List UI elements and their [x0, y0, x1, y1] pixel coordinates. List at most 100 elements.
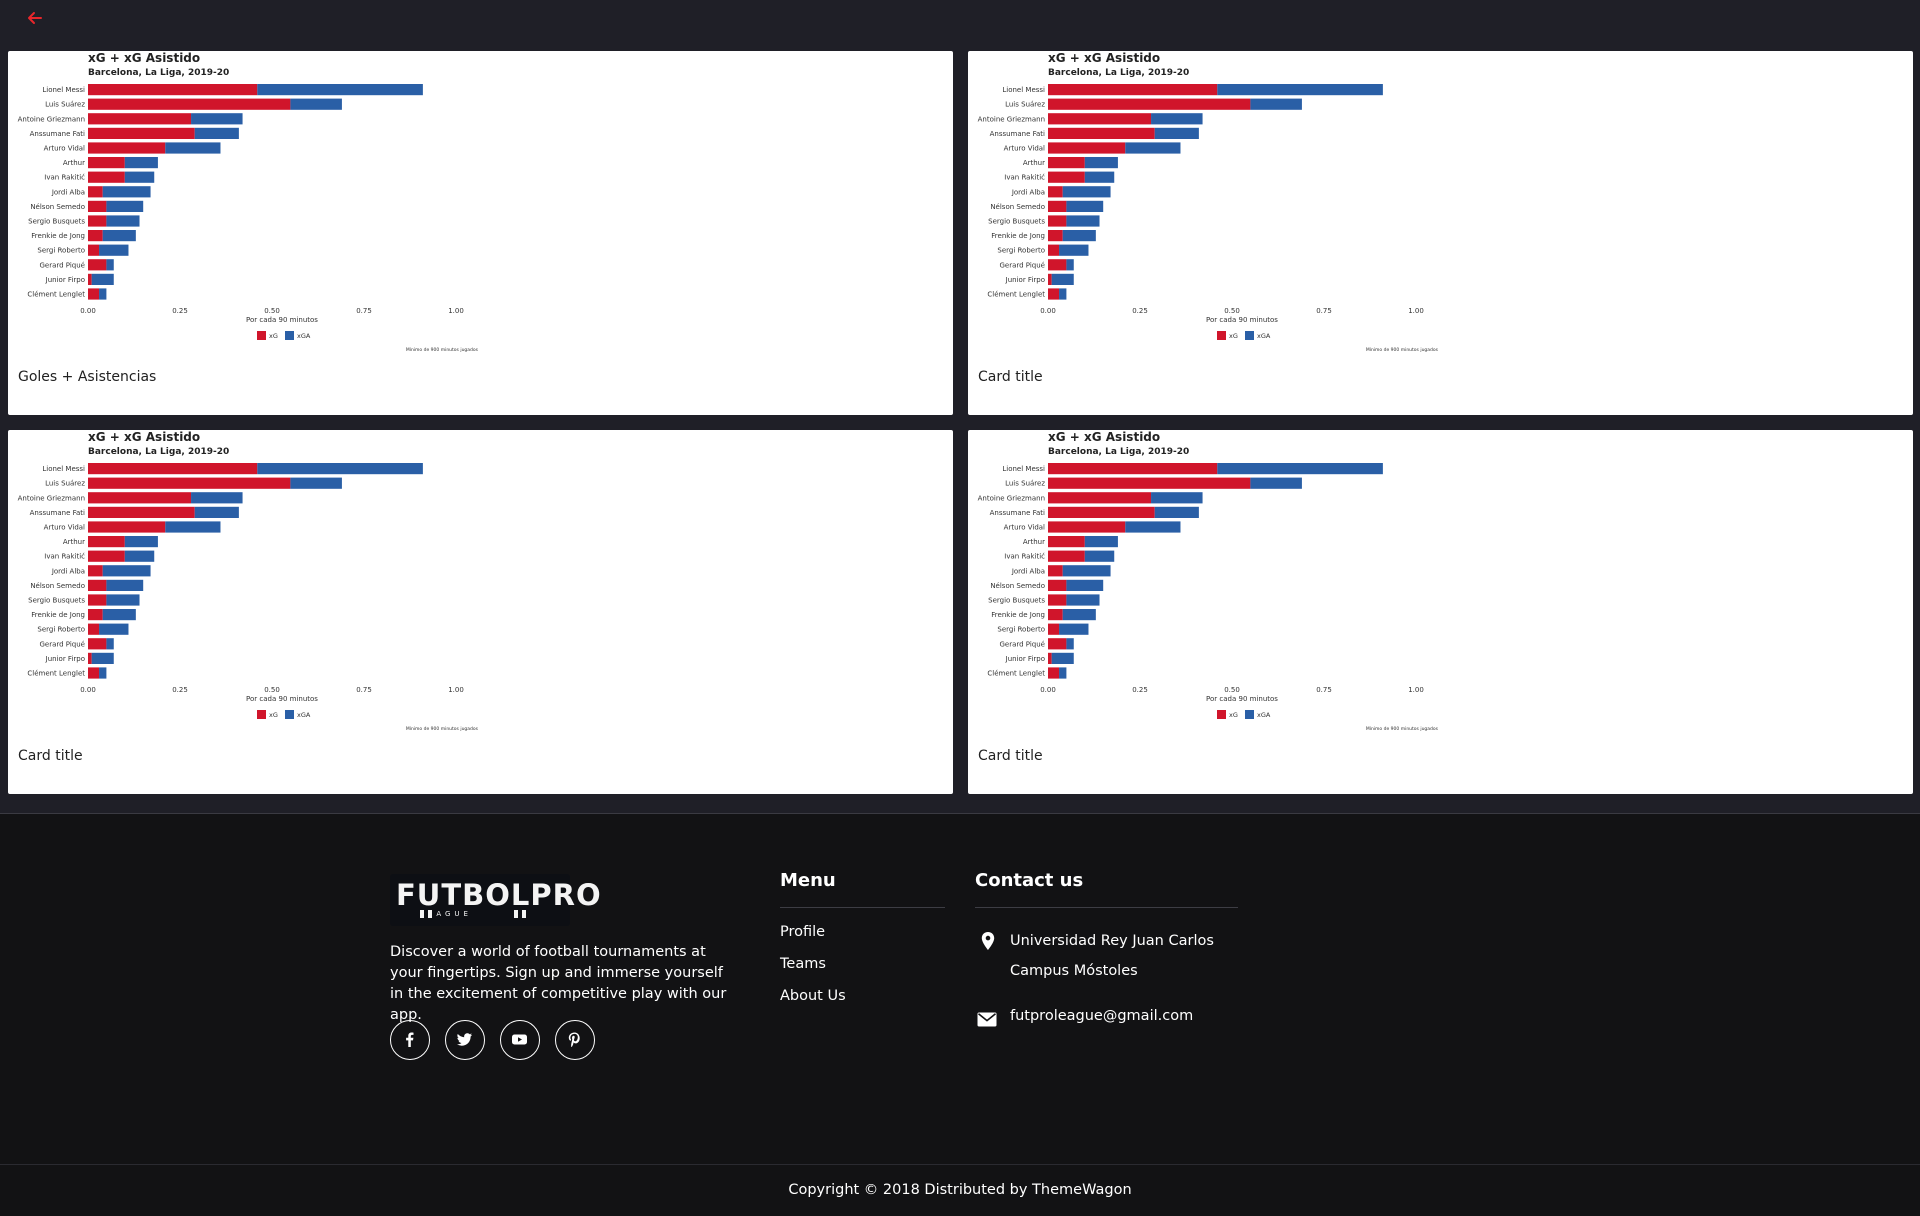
bar-xg	[1048, 98, 1251, 110]
bar-xga	[106, 215, 140, 227]
legend-label: xG	[269, 332, 278, 340]
bar-xga	[1217, 463, 1383, 475]
y-tick-label: Antoine Griezmann	[18, 494, 85, 502]
legend-swatch	[257, 331, 266, 340]
y-tick-label: Junior Firpo	[1005, 276, 1045, 284]
bar-xga	[1062, 565, 1111, 577]
menu-item-about-us[interactable]: About Us	[780, 988, 846, 1004]
y-tick-label: Frenkie de Jong	[31, 611, 85, 619]
chart-card[interactable]: xG + xG Asistido Barcelona, La Liga, 2019…	[8, 430, 953, 794]
chart-card[interactable]: xG + xG Asistido Barcelona, La Liga, 2019…	[968, 51, 1913, 415]
chart-subtitle: Barcelona, La Liga, 2019-20	[1048, 447, 1189, 457]
bar-xg	[88, 609, 103, 621]
legend-swatch	[1217, 331, 1226, 340]
bar-xga	[290, 477, 342, 489]
y-tick-label: Junior Firpo	[45, 655, 85, 663]
chart-title: xG + xG Asistido	[88, 430, 200, 444]
y-tick-label: Clément Lenglet	[987, 291, 1045, 299]
bar-xg	[1048, 230, 1063, 242]
y-tick-label: Jordi Alba	[51, 188, 85, 196]
card-title: Card title	[18, 748, 83, 764]
bar-xg	[1048, 157, 1085, 169]
y-tick-label: Sergio Busquets	[988, 597, 1045, 605]
y-tick-label: Antoine Griezmann	[978, 115, 1045, 123]
legend-swatch	[1245, 331, 1254, 340]
bar-xga	[257, 84, 423, 96]
bar-xg	[1048, 652, 1052, 664]
chart: xG + xG Asistido Barcelona, La Liga, 2019…	[978, 430, 1439, 732]
bar-xg	[1048, 244, 1060, 256]
menu-item-teams[interactable]: Teams	[780, 956, 826, 972]
bar-xg	[1048, 594, 1067, 606]
y-tick-label: Gerard Piqué	[999, 640, 1045, 648]
bar-xg	[1048, 463, 1218, 475]
twitter-button[interactable]	[445, 1020, 485, 1060]
bar-xg	[88, 521, 166, 533]
x-tick-label: 1.00	[448, 686, 464, 694]
y-tick-label: Arthur	[1023, 538, 1045, 546]
chart-card[interactable]: xG + xG Asistido Barcelona, La Liga, 2019…	[968, 430, 1913, 794]
bar-xga	[257, 463, 423, 475]
y-tick-label: Clément Lenglet	[987, 670, 1045, 678]
bar-xg	[88, 623, 100, 635]
x-tick-label: 0.25	[1132, 686, 1148, 694]
bar-xga	[1066, 638, 1074, 650]
bar-xg	[88, 244, 100, 256]
x-tick-label: 0.00	[1040, 307, 1056, 315]
bar-xg	[1048, 84, 1218, 96]
bar-xg	[88, 230, 103, 242]
pinterest-button[interactable]	[555, 1020, 595, 1060]
bar-xga	[102, 186, 151, 198]
chart-caption: Mínimo de 900 minutos jugados	[1366, 725, 1439, 732]
bar-xg	[88, 273, 92, 285]
arrow-left-icon[interactable]	[26, 9, 44, 27]
bar-xga	[1059, 244, 1089, 256]
map-pin-icon	[981, 932, 995, 950]
y-tick-label: Frenkie de Jong	[31, 232, 85, 240]
bar-xga	[102, 609, 136, 621]
x-tick-label: 1.00	[448, 307, 464, 315]
bar-xg	[88, 536, 125, 548]
chart-card[interactable]: xG + xG Asistido Barcelona, La Liga, 2019…	[8, 51, 953, 415]
x-tick-label: 0.75	[1316, 686, 1332, 694]
footer-divider	[0, 1164, 1920, 1165]
bar-xg	[88, 565, 103, 577]
bar-xga	[1084, 550, 1115, 562]
legend-label: xG	[1229, 332, 1238, 340]
legend-swatch	[1245, 710, 1254, 719]
facebook-icon	[406, 1032, 414, 1047]
brand-logo[interactable]: FUTBOLPRO LEAGUE	[390, 874, 601, 926]
y-tick-label: Gerard Piqué	[39, 640, 85, 648]
bar-xg	[1048, 127, 1155, 139]
bar-xga	[124, 171, 155, 183]
bar-xga	[1066, 259, 1074, 271]
card-title: Card title	[978, 748, 1043, 764]
bar-xga	[91, 273, 114, 285]
y-tick-label: Luis Suárez	[45, 101, 85, 109]
footer: FUTBOLPRO LEAGUE Discover a world of foo…	[0, 813, 1920, 1216]
x-tick-label: 0.25	[172, 686, 188, 694]
chart-title: xG + xG Asistido	[1048, 51, 1160, 65]
menu-item-profile[interactable]: Profile	[780, 924, 825, 940]
y-tick-label: Sergio Busquets	[28, 218, 85, 226]
y-tick-label: Gerard Piqué	[39, 261, 85, 269]
y-tick-label: Ivan Rakitić	[44, 174, 85, 182]
contact-divider	[975, 907, 1238, 908]
youtube-button[interactable]	[500, 1020, 540, 1060]
y-tick-label: Arturo Vidal	[44, 524, 85, 532]
bar-xg	[88, 477, 291, 489]
youtube-icon	[512, 1034, 527, 1045]
bar-xga	[1151, 492, 1203, 504]
bar-xga	[99, 623, 129, 635]
facebook-button[interactable]	[390, 1020, 430, 1060]
y-tick-label: Lionel Messi	[1002, 86, 1045, 94]
bar-xga	[106, 638, 114, 650]
bar-xga	[106, 200, 144, 212]
y-tick-label: Arturo Vidal	[1004, 524, 1045, 532]
logo-stripe	[514, 910, 518, 918]
y-tick-label: Sergi Roberto	[997, 626, 1045, 634]
email-link[interactable]: futproleague@gmail.com	[1010, 1008, 1193, 1024]
chart-subtitle: Barcelona, La Liga, 2019-20	[88, 447, 229, 457]
bar-xg	[88, 171, 125, 183]
bar-xg	[1048, 171, 1085, 183]
